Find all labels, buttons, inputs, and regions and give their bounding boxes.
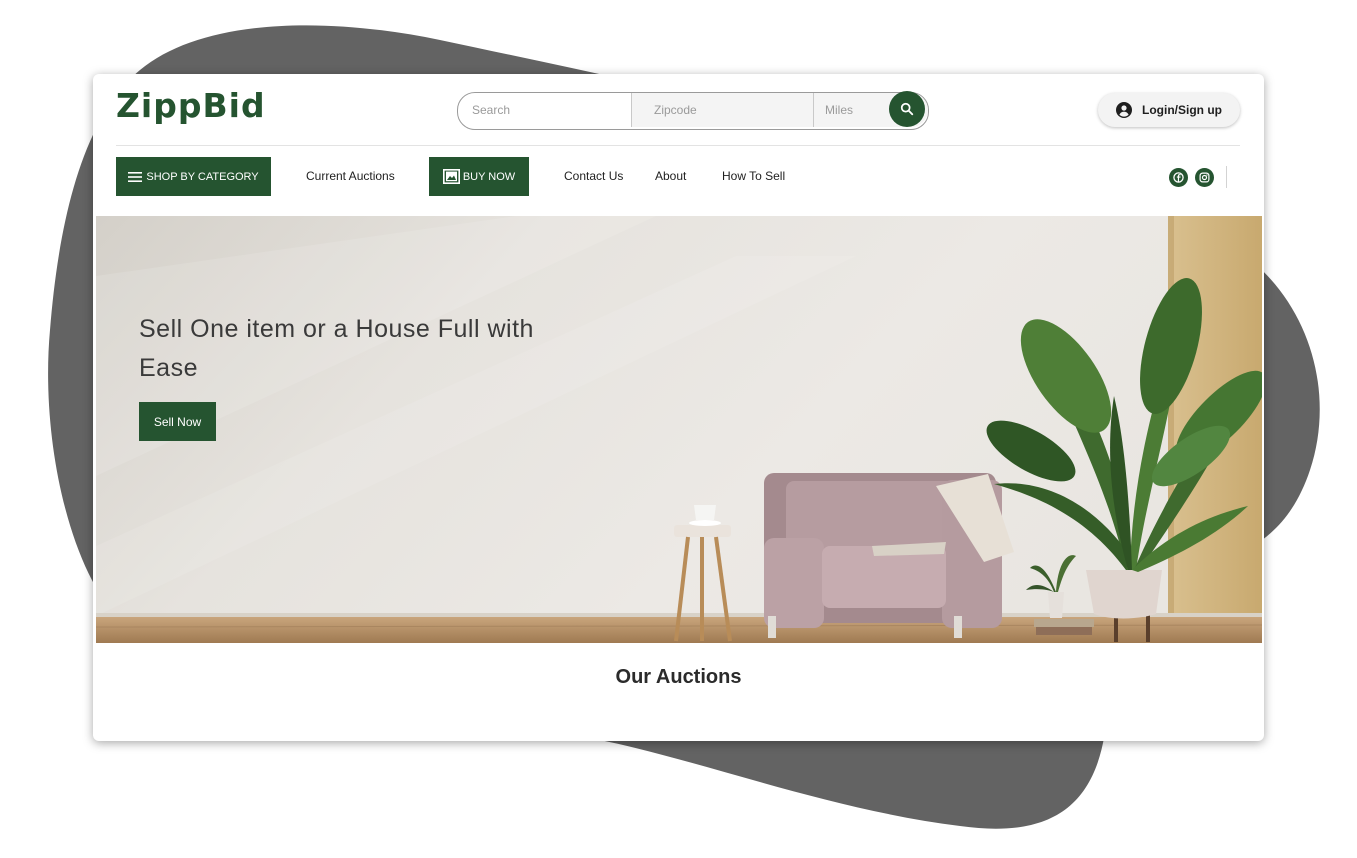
browser-window: ZippBid Login/Sign up [93, 74, 1264, 741]
facebook-icon [1173, 172, 1184, 183]
hero-image [96, 216, 1262, 643]
site-logo[interactable]: ZippBid [116, 86, 266, 125]
hero-heading: Sell One item or a House Full with Ease [139, 315, 534, 382]
nav-about[interactable]: About [655, 157, 686, 196]
shop-by-category-button[interactable]: SHOP BY CATEGORY [116, 157, 271, 196]
shop-by-category-label: SHOP BY CATEGORY [146, 170, 259, 183]
search-button[interactable] [889, 91, 925, 127]
instagram-link[interactable] [1195, 168, 1214, 187]
login-label: Login/Sign up [1142, 103, 1222, 117]
user-circle-icon [1116, 102, 1132, 118]
hero-banner: Sell One item or a House Full with Ease … [96, 216, 1262, 643]
image-icon [442, 169, 460, 184]
main-nav: SHOP BY CATEGORY Current Auctions BUY NO… [93, 146, 1264, 216]
search-bar [457, 92, 929, 130]
search-input[interactable] [458, 93, 630, 127]
search-icon [900, 102, 914, 116]
sell-now-button[interactable]: Sell Now [139, 402, 216, 441]
our-auctions-title: Our Auctions [615, 666, 742, 688]
top-header: ZippBid Login/Sign up [93, 74, 1264, 146]
nav-separator [1226, 166, 1227, 188]
instagram-icon [1199, 172, 1210, 183]
facebook-link[interactable] [1169, 168, 1188, 187]
login-signup-button[interactable]: Login/Sign up [1098, 93, 1240, 127]
zipcode-input[interactable] [631, 93, 813, 127]
buy-now-button[interactable]: BUY NOW [429, 157, 529, 196]
nav-current-auctions[interactable]: Current Auctions [306, 157, 395, 196]
nav-how-to-sell[interactable]: How To Sell [722, 157, 785, 196]
buy-now-label: BUY NOW [462, 170, 516, 183]
menu-icon [128, 171, 143, 182]
nav-contact-us[interactable]: Contact Us [564, 157, 623, 196]
